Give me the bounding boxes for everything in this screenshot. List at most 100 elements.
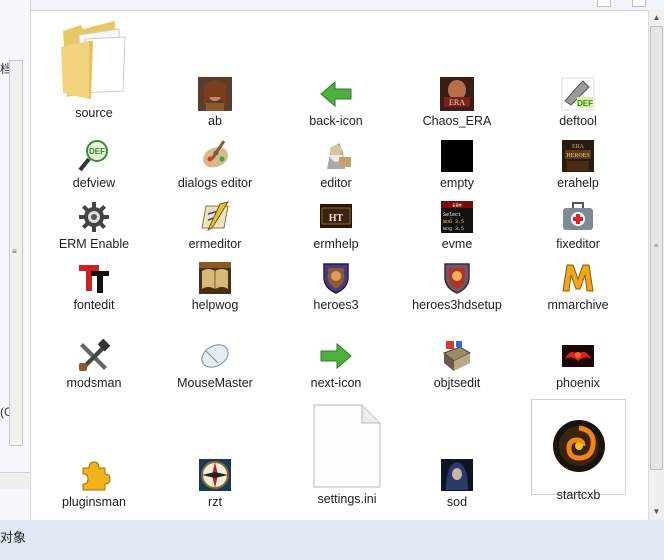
gear-icon xyxy=(77,200,111,234)
file-item-label: MouseMaster xyxy=(177,376,253,390)
file-item[interactable]: pluginsman xyxy=(48,458,140,510)
svg-text:ERA: ERA xyxy=(572,144,585,150)
file-item-label: fontedit xyxy=(73,298,115,312)
file-item[interactable]: sod xyxy=(411,458,503,510)
svg-text:Select: Select xyxy=(443,212,461,218)
file-item[interactable]: HT ermhelp xyxy=(290,200,382,252)
file-item[interactable]: ab xyxy=(169,77,261,129)
file-item[interactable]: dialogs editor xyxy=(169,139,261,191)
file-item[interactable]: settings.ini xyxy=(301,403,393,507)
file-item-label: pluginsman xyxy=(62,495,126,509)
file-item-label: editor xyxy=(320,176,352,190)
file-item-label: startcxb xyxy=(556,488,601,502)
era-book-icon: ERA HEROES xyxy=(561,139,595,173)
file-item-label: defview xyxy=(72,176,116,190)
file-item[interactable]: ERM Select WoG 3.5 Wog 3.5 evme xyxy=(411,200,503,252)
window-top-edge xyxy=(31,0,664,10)
pencil-scroll-icon xyxy=(198,200,232,234)
file-item-label: heroes3hdsetup xyxy=(412,298,502,312)
file-item[interactable]: DEF deftool xyxy=(532,77,624,129)
file-item[interactable]: helpwog xyxy=(169,261,261,313)
shield-crest-red-icon xyxy=(440,261,474,295)
wizard-editor-icon xyxy=(319,139,353,173)
swirl-disc-icon xyxy=(549,416,609,476)
file-item[interactable]: fixeditor xyxy=(532,200,624,252)
status-bar: 对象 xyxy=(0,520,664,560)
nav-pane-scrollbar[interactable]: ≡ xyxy=(9,60,23,446)
scroll-up-icon[interactable]: ▲ xyxy=(649,10,664,26)
file-item[interactable]: MouseMaster xyxy=(169,339,261,391)
file-item-label: back-icon xyxy=(309,114,363,128)
file-item-label: ERM Enable xyxy=(58,237,130,251)
file-item-label: Chaos_ERA xyxy=(422,114,492,128)
file-item[interactable]: empty xyxy=(411,139,503,191)
file-item[interactable]: mmarchive xyxy=(532,261,624,313)
nav-pane-horizontal-scrollbar[interactable] xyxy=(0,472,30,489)
status-text: 对象 xyxy=(0,530,27,545)
file-item-label: objtsedit xyxy=(433,376,481,390)
scroll-grip-icon: ≡ xyxy=(12,247,17,256)
file-item[interactable]: heroes3 xyxy=(290,261,382,313)
green-left-arrow-icon xyxy=(319,77,353,111)
puzzle-piece-icon xyxy=(77,458,111,492)
file-item[interactable]: objtsedit xyxy=(411,339,503,391)
file-item[interactable]: phoenix xyxy=(532,339,624,391)
file-item[interactable]: rzt xyxy=(169,458,261,510)
file-item[interactable]: heroes3hdsetup xyxy=(411,261,503,313)
window-control[interactable] xyxy=(632,0,646,7)
m-letter-icon xyxy=(561,261,595,295)
file-item-label: dialogs editor xyxy=(177,176,253,190)
file-item-label: evme xyxy=(441,237,473,251)
erm-terminal-icon: ERM Select WoG 3.5 Wog 3.5 xyxy=(440,200,474,234)
scrollbar-thumb[interactable]: ≡ xyxy=(650,26,663,470)
file-item[interactable]: ERA Chaos_ERA xyxy=(411,77,503,129)
font-t-icon xyxy=(77,261,111,295)
file-item-label: phoenix xyxy=(556,376,600,390)
def-hammer-icon: DEF xyxy=(561,77,595,111)
file-item[interactable]: ERM Enable xyxy=(48,200,140,252)
file-item-label: empty xyxy=(439,176,475,190)
file-item[interactable]: DEF defview xyxy=(48,139,140,191)
file-item-selected[interactable]: startcxb xyxy=(531,399,626,502)
first-aid-kit-icon xyxy=(561,200,595,234)
file-item-label: heroes3 xyxy=(313,298,359,312)
phoenix-icon xyxy=(561,339,595,373)
file-item-label: next-icon xyxy=(310,376,362,390)
file-item-label: ab xyxy=(208,114,222,128)
file-item[interactable]: editor xyxy=(290,139,382,191)
window-control[interactable] xyxy=(597,0,611,7)
file-item-label: source xyxy=(75,106,113,120)
file-item[interactable]: fontedit xyxy=(48,261,140,313)
file-item[interactable]: modsman xyxy=(48,339,140,391)
blank-document-icon xyxy=(312,403,382,489)
file-item-label: deftool xyxy=(559,114,597,128)
file-item-label: erahelp xyxy=(557,176,599,190)
file-view: source ab back-icon ERA Chaos_ERA DEF de… xyxy=(31,10,648,521)
compass-icon xyxy=(198,458,232,492)
hooded-figure-icon xyxy=(440,458,474,492)
file-item[interactable]: source xyxy=(48,17,140,121)
file-item-label: modsman xyxy=(66,376,122,390)
svg-text:WoG 3.5: WoG 3.5 xyxy=(443,219,464,225)
svg-text:DEF: DEF xyxy=(577,99,593,108)
shield-crest-icon xyxy=(319,261,353,295)
paint-brush-icon xyxy=(198,139,232,173)
era-portrait-icon: ERA xyxy=(440,77,474,111)
file-item[interactable]: back-icon xyxy=(290,77,382,129)
file-item[interactable]: ermeditor xyxy=(169,200,261,252)
wrench-hammer-icon xyxy=(77,339,111,373)
file-item[interactable]: ERA HEROES erahelp xyxy=(532,139,624,191)
scroll-down-icon[interactable]: ▼ xyxy=(649,504,664,520)
vertical-scrollbar[interactable]: ▲ ≡ ▼ xyxy=(648,10,664,520)
svg-text:HT: HT xyxy=(329,213,344,224)
file-item-label: settings.ini xyxy=(317,492,377,506)
file-item-label: helpwog xyxy=(191,298,239,312)
objects-book-icon xyxy=(440,339,474,373)
open-book-icon xyxy=(198,261,232,295)
file-item-label: mmarchive xyxy=(547,298,609,312)
character-portrait-icon xyxy=(198,77,232,111)
folder-icon xyxy=(59,17,129,103)
svg-text:Wog 3.5: Wog 3.5 xyxy=(443,226,464,232)
file-item[interactable]: next-icon xyxy=(290,339,382,391)
svg-text:HEROES: HEROES xyxy=(566,153,589,159)
